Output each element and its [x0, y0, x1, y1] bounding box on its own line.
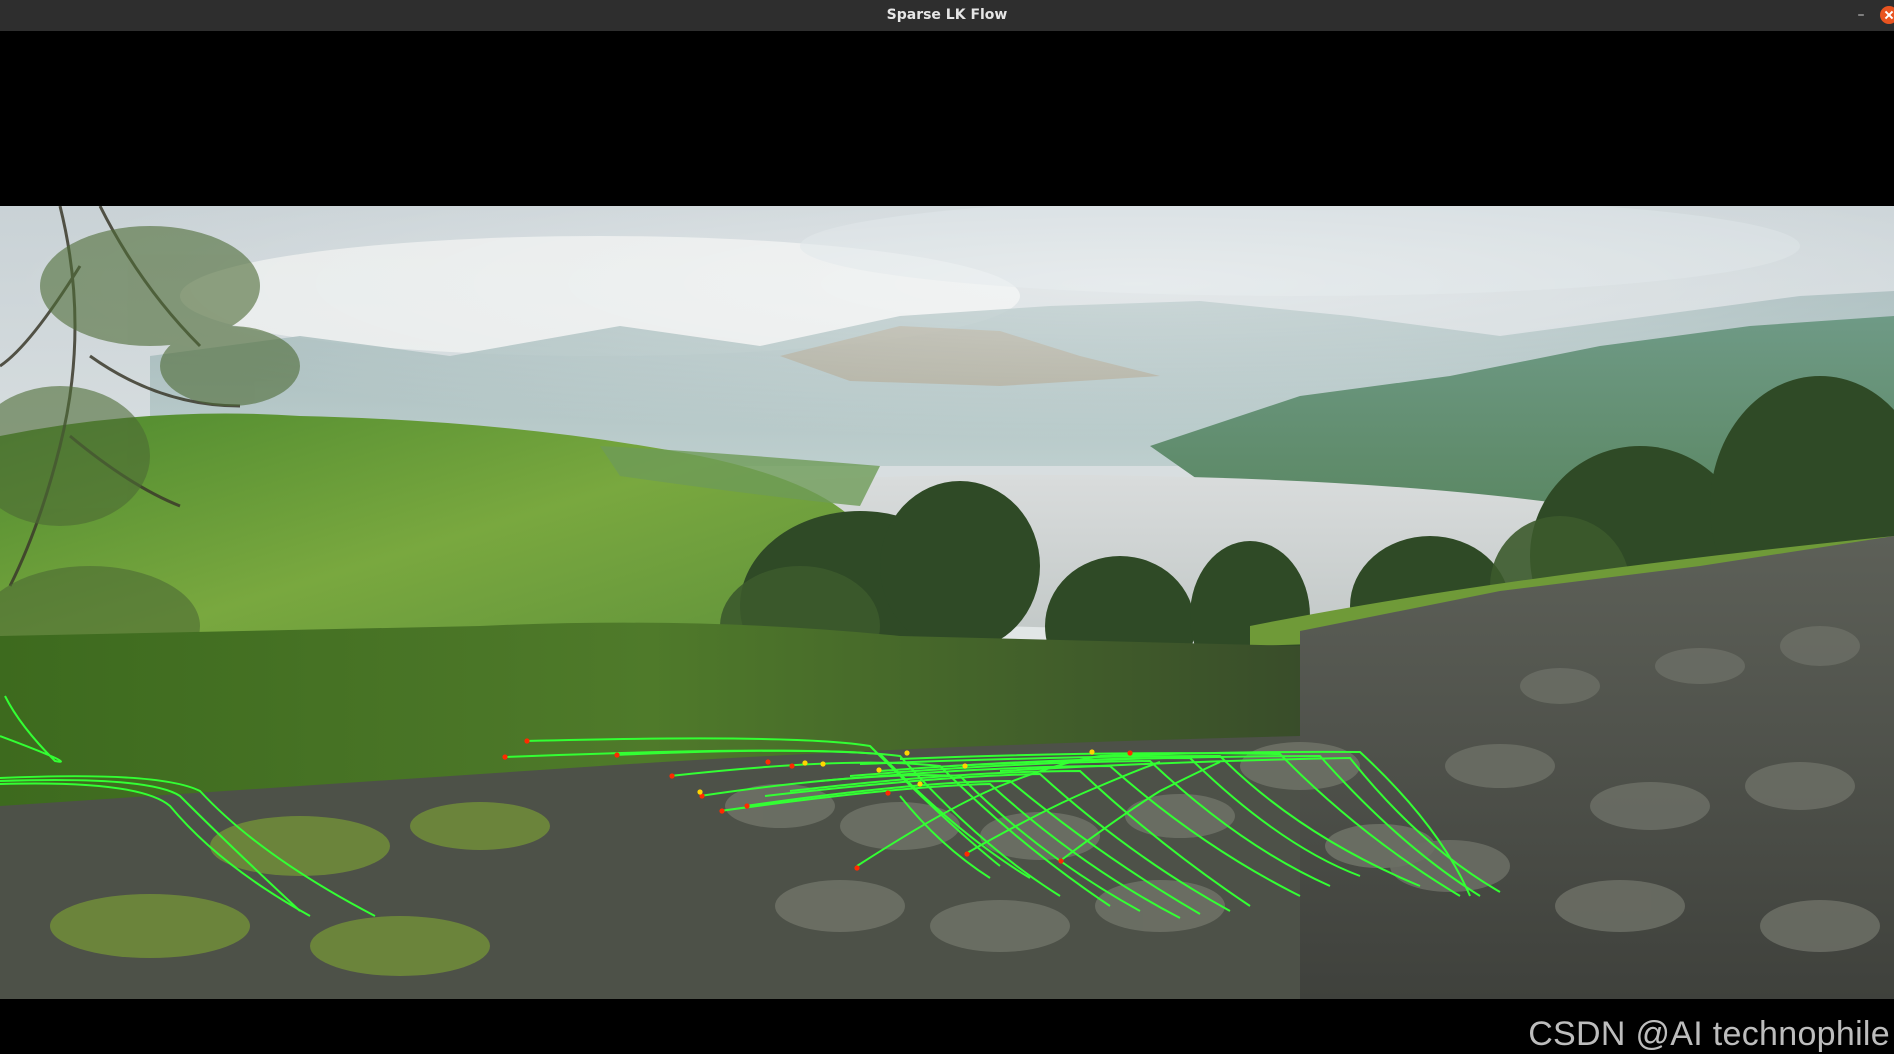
- scene-image: [0, 206, 1894, 999]
- window-titlebar: Sparse LK Flow –: [0, 0, 1894, 32]
- video-display-area: CSDN @AI technophile: [0, 31, 1894, 1053]
- close-button[interactable]: [1880, 6, 1894, 24]
- minimize-button[interactable]: –: [1850, 4, 1872, 26]
- video-frame: [0, 206, 1894, 999]
- window-title: Sparse LK Flow: [886, 7, 1008, 23]
